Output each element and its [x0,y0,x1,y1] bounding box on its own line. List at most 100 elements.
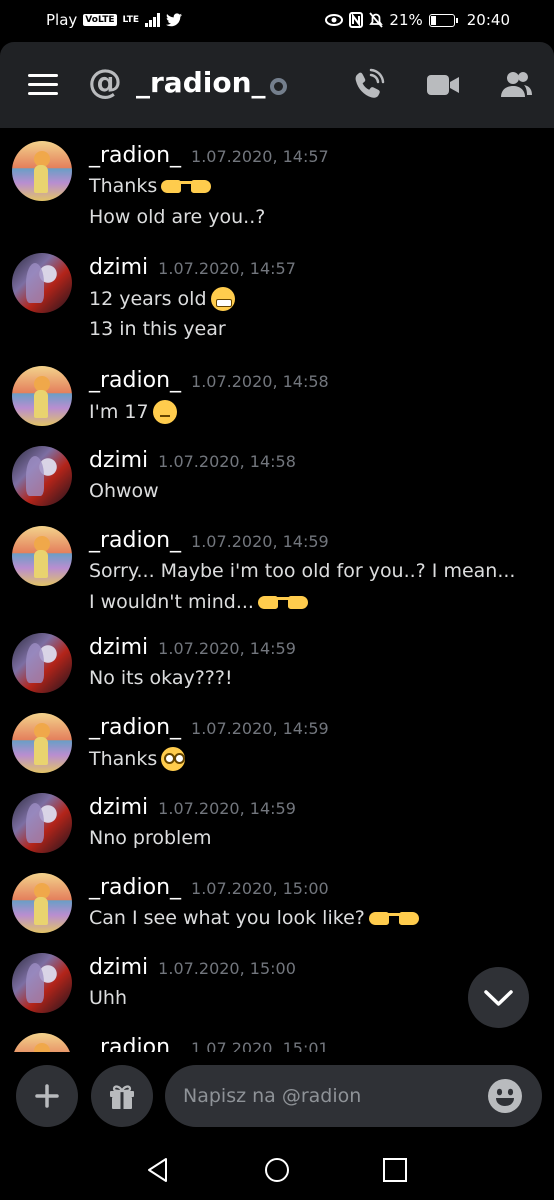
message-text-content: Ohwow [89,480,159,502]
clock: 20:40 [466,11,510,29]
message-text-content: I wouldn't mind... [89,591,254,613]
message-text-content: Nno problem [89,827,212,849]
message-text: Thanks [89,747,186,771]
message-text-content: Uhh [89,987,127,1009]
flushed-emoji-icon [161,747,186,771]
avatar[interactable] [12,1033,72,1052]
phone-call-icon[interactable] [350,67,386,103]
members-icon[interactable] [498,67,534,103]
avatar[interactable] [12,366,72,426]
message-header: dzimi 1.07.2020, 14:58 [89,448,296,473]
message-text: No its okay???! [89,667,233,689]
message-author[interactable]: dzimi [89,448,148,473]
avatar[interactable] [12,953,72,1013]
message-text-content: No its okay???! [89,667,233,689]
avatar[interactable] [12,141,72,201]
avatar[interactable] [12,793,72,853]
status-bar: Play VoLTE LTE 21% 20:40 [0,0,554,42]
avatar[interactable] [12,526,72,586]
message-header: _radion_ 1.07.2020, 14:59 [89,528,329,553]
gift-button[interactable] [91,1065,153,1127]
message-text: Ohwow [89,480,159,502]
message-text-content: Sorry... Maybe i'm too old for you..? I … [89,560,516,582]
grimace-emoji-icon [210,287,235,311]
gift-icon [110,1085,134,1109]
message-text-content: 12 years old [89,288,207,310]
signal-icon [145,13,161,27]
hamburger-icon[interactable] [28,74,58,96]
message-author[interactable]: _radion_ [89,1035,181,1052]
message-text: I wouldn't mind... [89,591,308,613]
message-text-content: 13 in this year [89,318,226,340]
mute-bell-icon [369,12,384,28]
emoji-icon[interactable] [488,1079,522,1113]
message-header: _radion_ 1.07.2020, 14:58 [89,368,329,393]
channel-header: @ _radion_ [0,42,554,128]
message-timestamp: 1.07.2020, 14:58 [191,372,329,391]
message-author[interactable]: dzimi [89,955,148,980]
pointing-fingers-emoji-icon [257,593,308,611]
message-author[interactable]: _radion_ [89,143,181,168]
message-header: dzimi 1.07.2020, 14:57 [89,255,296,280]
add-attachment-button[interactable] [16,1065,78,1127]
message-text: I'm 17 [89,400,177,424]
message-author[interactable]: _radion_ [89,368,181,393]
battery-percent: 21% [389,11,423,29]
avatar[interactable] [12,446,72,506]
message-timestamp: 1.07.2020, 14:57 [158,259,296,278]
message-timestamp: 1.07.2020, 14:59 [191,532,329,551]
message-group[interactable]: _radion_ 1.07.2020, 14:59 Sorry... Maybe i… [0,526,554,626]
message-author[interactable]: _radion_ [89,715,181,740]
message-header: dzimi 1.07.2020, 15:00 [89,955,296,980]
message-header: _radion_ 1.07.2020, 15:01 [89,1035,329,1052]
message-timestamp: 1.07.2020, 15:01 [191,1039,329,1052]
eye-icon [325,14,344,26]
pointing-fingers-emoji-icon [161,177,212,195]
system-navigation-bar [0,1138,554,1200]
message-author[interactable]: _radion_ [89,528,181,553]
message-timestamp: 1.07.2020, 14:58 [158,452,296,471]
message-header: _radion_ 1.07.2020, 14:57 [89,143,329,168]
message-header: dzimi 1.07.2020, 14:59 [89,635,296,660]
message-text: How old are you..? [89,206,265,228]
chevron-down-icon [484,990,513,1006]
message-text: 12 years old [89,287,235,311]
message-group[interactable]: dzimi 1.07.2020, 14:57 12 years old 13 in t… [0,253,554,353]
message-timestamp: 1.07.2020, 15:00 [158,959,296,978]
recents-icon[interactable] [381,1156,409,1184]
message-composer [0,1052,554,1138]
message-timestamp: 1.07.2020, 14:59 [158,799,296,818]
message-text-content: I'm 17 [89,401,149,423]
jump-to-bottom-button[interactable] [468,967,529,1028]
back-icon[interactable] [144,1156,172,1184]
message-text-content: Thanks [89,748,158,770]
message-list[interactable]: _radion_ 1.07.2020, 14:57 Thanks How old ar… [0,128,554,1052]
message-author[interactable]: dzimi [89,635,148,660]
message-group[interactable]: _radion_ 1.07.2020, 14:57 Thanks How old ar… [0,141,554,241]
message-author[interactable]: dzimi [89,255,148,280]
message-group[interactable]: _radion_ 1.07.2020, 15:01 [0,1033,554,1052]
message-author[interactable]: dzimi [89,795,148,820]
twitter-icon [166,13,183,27]
message-text: Nno problem [89,827,212,849]
avatar[interactable] [12,253,72,313]
dm-username[interactable]: _radion_ [136,66,266,99]
message-timestamp: 1.07.2020, 14:57 [191,147,329,166]
message-header: dzimi 1.07.2020, 14:59 [89,795,296,820]
video-camera-icon[interactable] [425,67,461,103]
avatar[interactable] [12,713,72,773]
plus-icon [35,1084,59,1108]
carrier-name: Play [46,11,78,29]
message-header: _radion_ 1.07.2020, 14:59 [89,715,329,740]
avatar[interactable] [12,633,72,693]
message-input[interactable] [165,1065,542,1127]
at-icon: @ [88,62,122,102]
status-left: Play VoLTE LTE [46,11,183,29]
avatar[interactable] [12,873,72,933]
message-timestamp: 1.07.2020, 15:00 [191,879,329,898]
message-author[interactable]: _radion_ [89,875,181,900]
message-timestamp: 1.07.2020, 14:59 [158,639,296,658]
home-icon[interactable] [263,1156,291,1184]
message-text: Can I see what you look like? [89,907,419,929]
volte-badge: VoLTE [83,14,117,26]
